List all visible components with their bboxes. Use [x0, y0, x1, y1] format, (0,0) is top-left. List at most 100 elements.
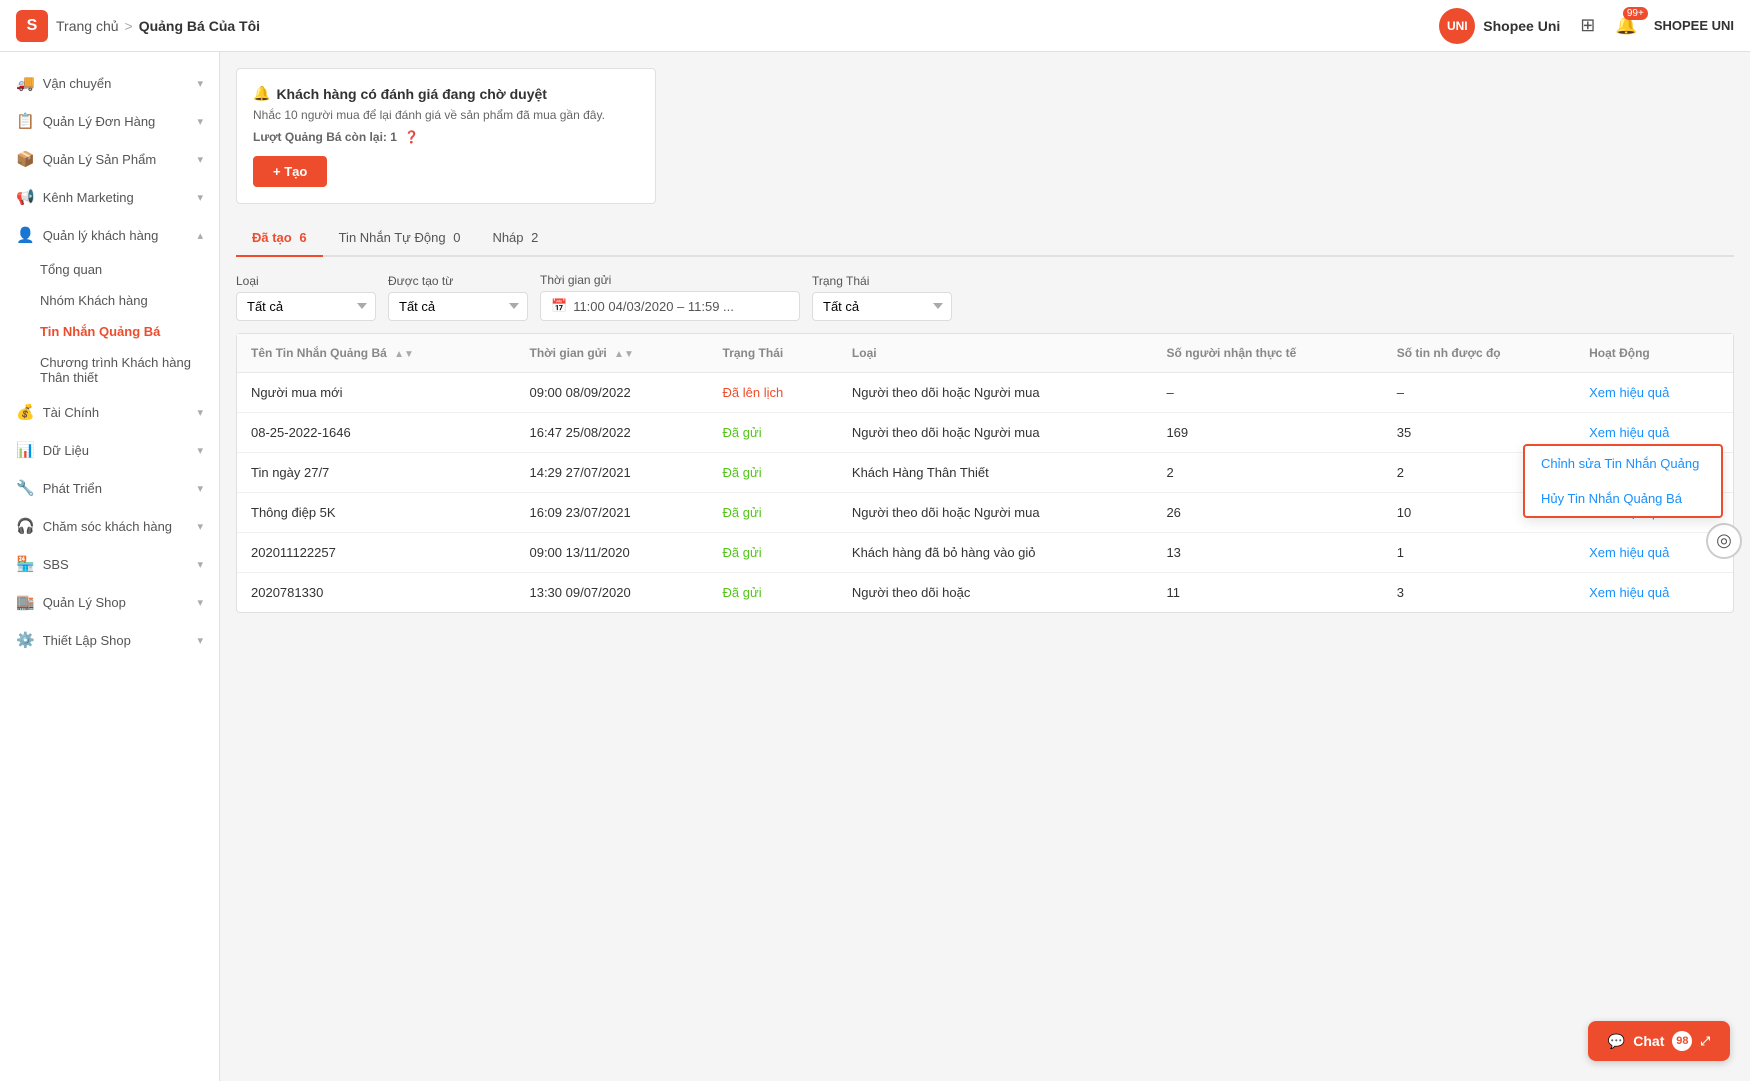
sidebar-item-tai-chinh[interactable]: 💰 Tài Chính ▾	[0, 393, 219, 431]
sidebar-item-quan-ly-san-pham[interactable]: 📦 Quản Lý Sản Phẩm ▾	[0, 140, 219, 178]
filters: Loại Tất cả Được tạo từ Tất cả Thời gian…	[236, 273, 1734, 321]
alert-remain: Lượt Quảng Bá còn lại: 1 ❓	[253, 130, 639, 144]
sidebar-item-thiet-lap-shop[interactable]: ⚙️ Thiết Lập Shop ▾	[0, 621, 219, 659]
tab-da-tao-label: Đã tạo	[252, 230, 292, 245]
cell-trang-thai: Đã lên lịch	[709, 373, 838, 413]
header: S Trang chủ > Quảng Bá Của Tôi UNI Shope…	[0, 0, 1750, 52]
don-hang-icon: 📋	[16, 112, 35, 130]
dropdown-edit[interactable]: Chỉnh sửa Tin Nhắn Quảng	[1525, 446, 1721, 481]
cell-so-nguoi-nhan: 13	[1152, 533, 1382, 573]
san-pham-label: Quản Lý Sản Phẩm	[43, 152, 156, 167]
xem-hieu-qua-link[interactable]: Xem hiệu quả	[1589, 585, 1669, 600]
cell-loai: Người theo dõi hoặc	[838, 573, 1153, 613]
tab-nhap-count: 2	[531, 230, 538, 245]
sidebar-item-nhom-khach-hang[interactable]: Nhóm Khách hàng	[40, 285, 219, 316]
cell-thoi-gian: 16:09 23/07/2021	[515, 493, 708, 533]
chat-bubble-icon: 💬	[1608, 1033, 1625, 1050]
filter-duoc-tao-tu-label: Được tạo từ	[388, 274, 528, 288]
sidebar-item-chuong-trinh[interactable]: Chương trình Khách hàng Thân thiết	[40, 347, 219, 393]
cell-loai: Khách hàng đã bỏ hàng vào giỏ	[838, 533, 1153, 573]
dropdown-cancel[interactable]: Hủy Tin Nhắn Quảng Bá	[1525, 481, 1721, 516]
cell-thoi-gian: 16:47 25/08/2022	[515, 413, 708, 453]
alert-description: Nhắc 10 người mua để lại đánh giá về sản…	[253, 108, 639, 122]
cham-soc-icon: 🎧	[16, 517, 35, 535]
table-row: 2020781330 13:30 09/07/2020 Đã gửi Người…	[237, 573, 1733, 613]
tai-chinh-chevron: ▾	[197, 406, 203, 419]
xem-hieu-qua-link[interactable]: Xem hiệu quả	[1589, 385, 1669, 400]
col-trang-thai: Trạng Thái	[709, 334, 838, 373]
phat-trien-label: Phát Triển	[43, 481, 102, 496]
filter-duoc-tao-tu-select[interactable]: Tất cả	[388, 292, 528, 321]
sbs-icon: 🏪	[16, 555, 35, 573]
phat-trien-icon: 🔧	[16, 479, 35, 497]
create-button[interactable]: + Tạo	[253, 156, 327, 187]
xem-hieu-qua-link[interactable]: Xem hiệu quả	[1589, 545, 1669, 560]
col-loai: Loại	[838, 334, 1153, 373]
marketing-icon: 📢	[16, 188, 35, 206]
du-lieu-icon: 📊	[16, 441, 35, 459]
chat-button[interactable]: 💬 Chat 98 ⤢	[1588, 1021, 1730, 1061]
sidebar-item-quan-ly-don-hang[interactable]: 📋 Quản Lý Đơn Hàng ▾	[0, 102, 219, 140]
cell-ten: 08-25-2022-1646	[237, 413, 515, 453]
xem-hieu-qua-link[interactable]: Xem hiệu quả	[1589, 425, 1669, 440]
breadcrumb-home[interactable]: Trang chủ	[56, 18, 119, 34]
sidebar-item-tong-quan[interactable]: Tổng quan	[40, 254, 219, 285]
filter-loai-select[interactable]: Tất cả	[236, 292, 376, 321]
sidebar-item-tin-nhan-quang-ba[interactable]: Tin Nhắn Quảng Bá	[40, 316, 219, 347]
filter-trang-thai: Trạng Thái Tất cả	[812, 274, 952, 321]
filter-trang-thai-select[interactable]: Tất cả	[812, 292, 952, 321]
chat-label: Chat	[1633, 1033, 1664, 1049]
cell-loai: Người theo dõi hoặc Người mua	[838, 373, 1153, 413]
filter-thoi-gian-label: Thời gian gửi	[540, 273, 800, 287]
tab-tin-nhan-tu-dong-label: Tin Nhắn Tự Động	[339, 230, 446, 245]
sort-ten-icon[interactable]: ▲▼	[394, 349, 414, 360]
sort-thoi-gian-icon[interactable]: ▲▼	[614, 349, 634, 360]
grid-icon-button[interactable]: ⊞	[1576, 11, 1599, 40]
support-icon[interactable]: ◎	[1706, 523, 1742, 559]
tab-tin-nhan-tu-dong[interactable]: Tin Nhắn Tự Động 0	[323, 220, 477, 257]
san-pham-chevron: ▾	[197, 153, 203, 166]
sidebar-item-kenh-marketing[interactable]: 📢 Kênh Marketing ▾	[0, 178, 219, 216]
alert-remain-value: 1	[390, 130, 397, 144]
alert-icon: 🔔	[253, 85, 270, 102]
sidebar-item-cham-soc[interactable]: 🎧 Chăm sóc khách hàng ▾	[0, 507, 219, 545]
sidebar-item-sbs[interactable]: 🏪 SBS ▾	[0, 545, 219, 583]
sidebar-item-phat-trien[interactable]: 🔧 Phát Triển ▾	[0, 469, 219, 507]
khach-hang-submenu: Tổng quan Nhóm Khách hàng Tin Nhắn Quảng…	[0, 254, 219, 393]
san-pham-icon: 📦	[16, 150, 35, 168]
tab-da-tao[interactable]: Đã tạo 6	[236, 220, 323, 257]
tab-nhap[interactable]: Nháp 2	[476, 220, 554, 257]
tai-chinh-label: Tài Chính	[43, 405, 99, 420]
main-content: 🔔 Khách hàng có đánh giá đang chờ duyệt …	[220, 52, 1750, 1081]
cell-so-nguoi-nhan: 2	[1152, 453, 1382, 493]
tab-nhap-label: Nháp	[492, 230, 523, 245]
khach-hang-chevron: ▴	[197, 229, 203, 242]
don-hang-label: Quản Lý Đơn Hàng	[43, 114, 156, 129]
shopee-uni-label: Shopee Uni	[1483, 18, 1560, 34]
cell-ten: Tin ngày 27/7	[237, 453, 515, 493]
table-row: Thông điệp 5K 16:09 23/07/2021 Đã gửi Ng…	[237, 493, 1733, 533]
alert-help-icon[interactable]: ❓	[404, 130, 419, 144]
cell-trang-thai: Đã gửi	[709, 413, 838, 453]
cell-thoi-gian: 09:00 13/11/2020	[515, 533, 708, 573]
thiet-lap-shop-chevron: ▾	[197, 634, 203, 647]
sidebar-item-van-chuyen[interactable]: 🚚 Vận chuyển ▾	[0, 64, 219, 102]
breadcrumb-current: Quảng Bá Của Tôi	[139, 18, 260, 34]
quan-ly-shop-chevron: ▾	[197, 596, 203, 609]
tab-tin-nhan-tu-dong-count: 0	[453, 230, 460, 245]
cell-hoat-dong: Xem hiệu quả	[1575, 373, 1733, 413]
expand-icon: ⤢	[1700, 1034, 1710, 1049]
sidebar-item-quan-ly-khach-hang[interactable]: 👤 Quản lý khách hàng ▴	[0, 216, 219, 254]
sbs-chevron: ▾	[197, 558, 203, 571]
shopee-logo: S	[16, 10, 48, 42]
cell-loai: Người theo dõi hoặc Người mua	[838, 493, 1153, 533]
notification-button[interactable]: 🔔 99+	[1611, 11, 1641, 40]
phat-trien-chevron: ▾	[197, 482, 203, 495]
table-wrap: Tên Tin Nhắn Quảng Bá ▲▼ Thời gian gửi ▲…	[236, 333, 1734, 613]
main-table: Tên Tin Nhắn Quảng Bá ▲▼ Thời gian gửi ▲…	[237, 334, 1733, 612]
sidebar-item-quan-ly-shop[interactable]: 🏬 Quản Lý Shop ▾	[0, 583, 219, 621]
col-so-tin: Số tin nh được đọ	[1383, 334, 1575, 373]
cell-thoi-gian: 13:30 09/07/2020	[515, 573, 708, 613]
sidebar-item-du-lieu[interactable]: 📊 Dữ Liệu ▾	[0, 431, 219, 469]
filter-thoi-gian-input[interactable]: 📅 11:00 04/03/2020 – 11:59 ...	[540, 291, 800, 321]
